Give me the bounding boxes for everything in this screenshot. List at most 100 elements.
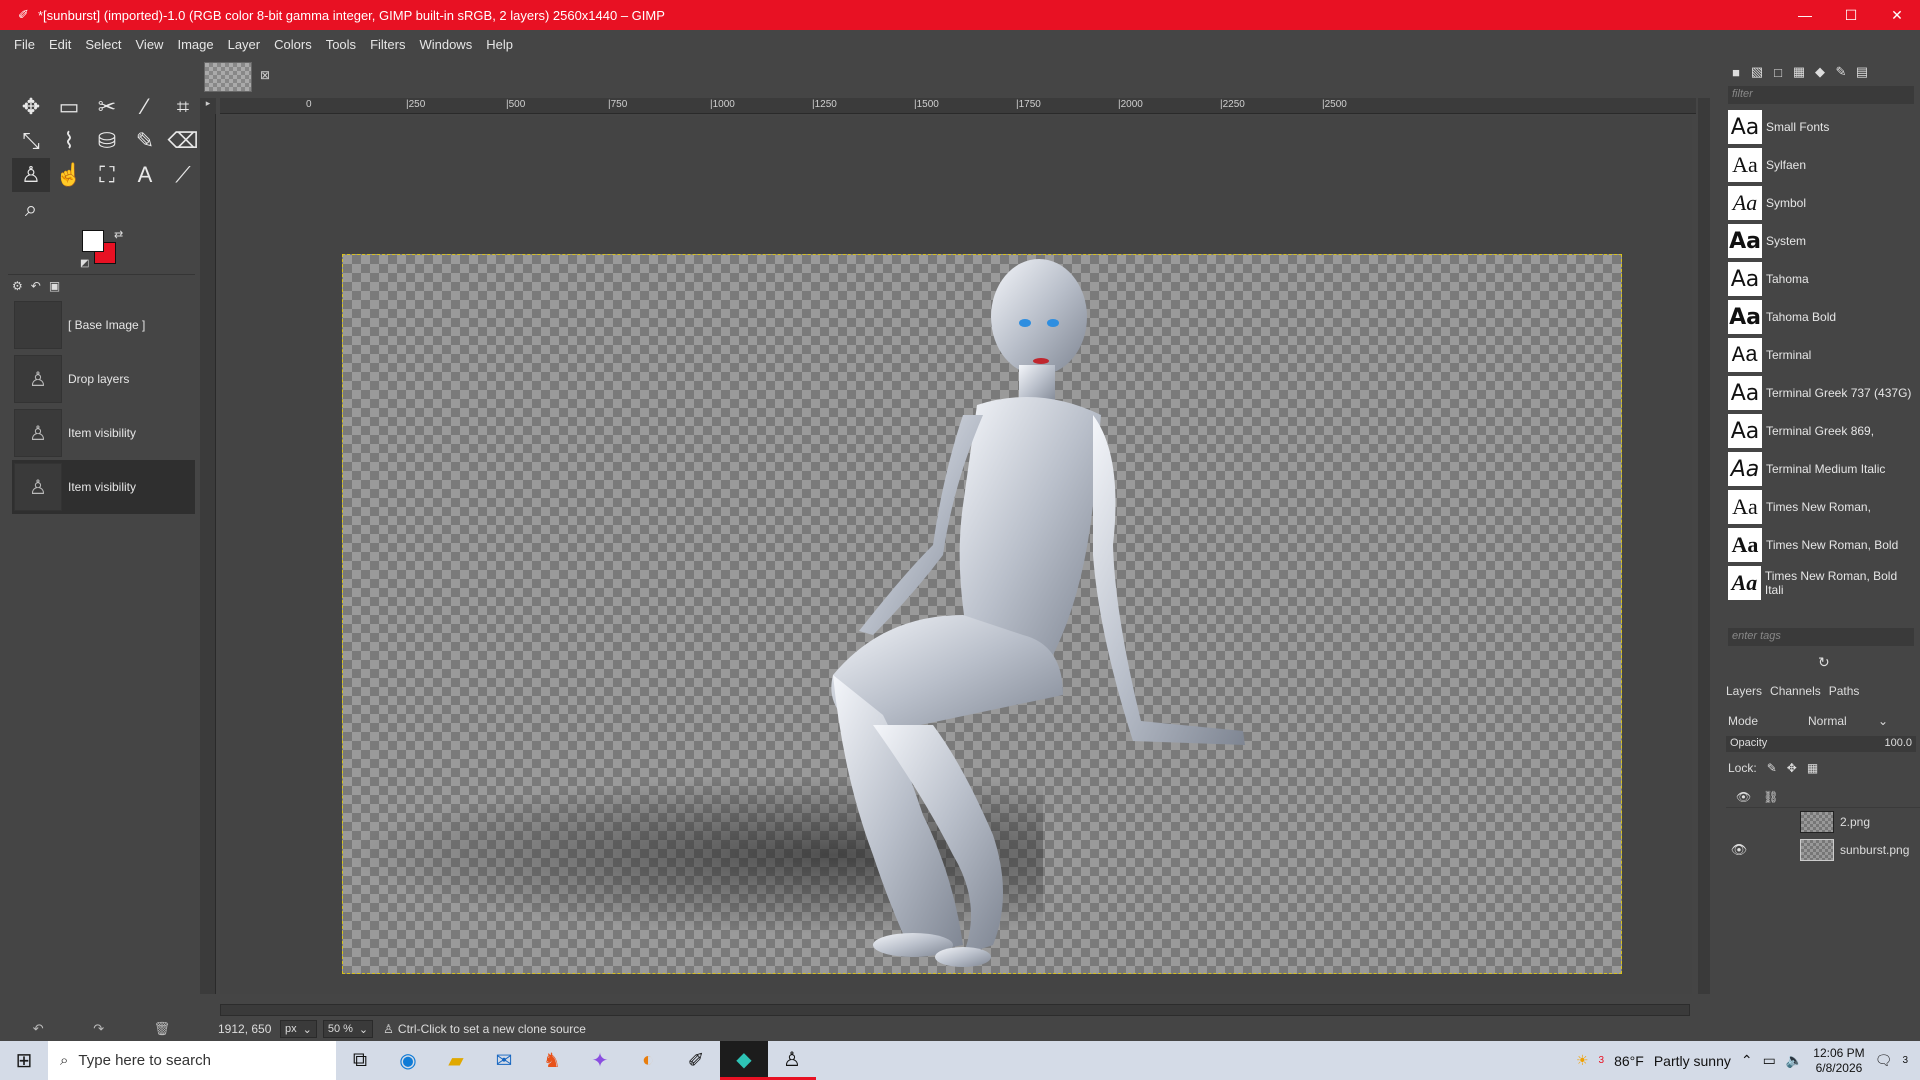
font-item[interactable]: Aa Times New Roman, <box>1728 488 1914 526</box>
vertical-ruler[interactable] <box>200 114 216 994</box>
swap-colors-icon[interactable]: ⇄ <box>114 228 123 241</box>
move-tool-icon[interactable]: ✥ <box>12 90 50 124</box>
menu-image[interactable]: Image <box>177 37 213 52</box>
tool-options-tab-icon[interactable]: ⚙ <box>12 279 23 293</box>
zoom-icon[interactable]: ⌕ <box>12 192 50 226</box>
paintbrush-icon[interactable]: ✎ <box>126 124 164 158</box>
outlook-icon[interactable]: ✉ <box>480 1041 528 1080</box>
font-item[interactable]: Aa Times New Roman, Bold Itali <box>1728 564 1914 602</box>
default-colors-icon[interactable]: ◩ <box>80 258 89 269</box>
font-item[interactable]: Aa System <box>1728 222 1914 260</box>
images-tab-icon[interactable]: ▣ <box>49 279 60 293</box>
horizontal-ruler[interactable]: 0 |250 |500 |750 |1000 |1250 |1500 |1750… <box>220 98 1696 114</box>
minimize-button[interactable]: — <box>1782 0 1828 30</box>
font-list[interactable]: Aa Small Fonts Aa Sylfaen Aa Symbol Aa Syste… <box>1728 108 1914 613</box>
smudge-icon[interactable]: ☝ <box>50 158 88 192</box>
unified-transform-icon[interactable]: ⤡ <box>12 124 50 158</box>
undo-item[interactable]: [ Base Image ] <box>12 298 195 352</box>
close-image-tab-icon[interactable]: ⊠ <box>260 68 270 82</box>
patterns-tab-icon[interactable]: ▧ <box>1749 64 1765 80</box>
gimp-taskbar-icon[interactable]: ✐ <box>672 1041 720 1080</box>
windows-start-icon[interactable]: ⊞ <box>0 1041 48 1080</box>
file-explorer-icon[interactable]: ▰ <box>432 1041 480 1080</box>
mode-select[interactable]: Normal <box>1808 714 1878 728</box>
paint-dynamics-tab-icon[interactable]: ✎ <box>1833 64 1849 80</box>
brave-icon[interactable]: ♞ <box>528 1041 576 1080</box>
tab-channels[interactable]: Channels <box>1770 684 1821 698</box>
eye-icon[interactable]: 👁 <box>1726 842 1752 858</box>
font-item[interactable]: Aa Terminal Medium Italic <box>1728 450 1914 488</box>
paths-icon[interactable]: ⛶ <box>88 158 126 192</box>
menu-file[interactable]: File <box>14 37 35 52</box>
notifications-icon[interactable]: 🗨 <box>1875 1052 1893 1069</box>
weather-icon[interactable]: ☀ <box>1576 1052 1589 1069</box>
eraser-icon[interactable]: ⌫ <box>164 124 202 158</box>
menu-tools[interactable]: Tools <box>326 37 356 52</box>
undo-icon[interactable]: ↶ <box>33 1021 44 1037</box>
clear-history-icon[interactable]: 🗑 <box>154 1021 171 1037</box>
menu-colors[interactable]: Colors <box>274 37 312 52</box>
clone-icon[interactable]: ♙ <box>12 158 50 192</box>
warp-icon[interactable]: ⌇ <box>50 124 88 158</box>
menu-help[interactable]: Help <box>486 37 513 52</box>
canvas[interactable] <box>220 116 1692 994</box>
font-item[interactable]: Aa Sylfaen <box>1728 146 1914 184</box>
font-item[interactable]: Aa Terminal Greek 737 (437G) <box>1728 374 1914 412</box>
volume-icon[interactable]: 🔈 <box>1786 1052 1803 1069</box>
font-item[interactable]: Aa Tahoma <box>1728 260 1914 298</box>
brushes-tab-icon[interactable]: ■ <box>1728 64 1744 80</box>
chevron-up-icon[interactable]: ⌃ <box>1741 1052 1753 1069</box>
font-item[interactable]: Aa Terminal Greek 869, <box>1728 412 1914 450</box>
unit-select[interactable]: px ⌄ <box>280 1020 317 1038</box>
font-tags-input[interactable]: enter tags <box>1728 628 1914 646</box>
palettes-tab-icon[interactable]: ◆ <box>1812 64 1828 80</box>
blender-icon[interactable]: ◐ <box>624 1041 672 1080</box>
task-view-icon[interactable]: ⧉ <box>336 1041 384 1080</box>
copilot-icon[interactable]: ✦ <box>576 1041 624 1080</box>
lock-position-icon[interactable]: ✥ <box>1787 761 1797 775</box>
lock-alpha-icon[interactable]: ▦ <box>1807 761 1818 775</box>
close-button[interactable]: ✕ <box>1874 0 1920 30</box>
zoom-select[interactable]: 50 % ⌄ <box>322 1020 374 1038</box>
redo-icon[interactable]: ↷ <box>93 1021 104 1037</box>
edge-icon[interactable]: ◉ <box>384 1041 432 1080</box>
menu-edit[interactable]: Edit <box>49 37 71 52</box>
image-tab-thumbnail[interactable] <box>204 62 252 92</box>
undo-item[interactable]: ♙ Drop layers <box>12 352 195 406</box>
refresh-fonts-icon[interactable]: ↻ <box>1818 654 1830 671</box>
bucket-fill-icon[interactable]: ⛁ <box>88 124 126 158</box>
tab-paths[interactable]: Paths <box>1829 684 1860 698</box>
layer-row[interactable]: 2.png <box>1726 808 1920 836</box>
maximize-button[interactable]: ☐ <box>1828 0 1874 30</box>
undo-item[interactable]: ♙ Item visibility <box>12 406 195 460</box>
app-taskbar-icon[interactable]: ◆ <box>720 1041 768 1080</box>
font-item[interactable]: Aa Times New Roman, Bold <box>1728 526 1914 564</box>
network-icon[interactable]: ▭ <box>1763 1052 1776 1069</box>
taskbar-search[interactable]: ⌕ Type here to search <box>48 1041 336 1080</box>
font-item[interactable]: Aa Terminal <box>1728 336 1914 374</box>
chevron-down-icon[interactable]: ⌄ <box>1878 714 1888 728</box>
fonts-tab-icon[interactable]: □ <box>1770 64 1786 80</box>
rect-select-icon[interactable]: ▭ <box>50 90 88 124</box>
font-item[interactable]: Aa Symbol <box>1728 184 1914 222</box>
menu-layer[interactable]: Layer <box>228 37 261 52</box>
opacity-slider[interactable]: Opacity 100.0 <box>1726 736 1916 752</box>
clock[interactable]: 12:06 PM 6/8/2026 <box>1813 1046 1864 1076</box>
font-filter-input[interactable]: filter <box>1728 86 1914 104</box>
ruler-corner[interactable]: ▸ <box>200 98 216 114</box>
text-tool-icon[interactable]: A <box>126 158 164 192</box>
gradients-tab-icon[interactable]: ▦ <box>1791 64 1807 80</box>
document-history-tab-icon[interactable]: ▤ <box>1854 64 1870 80</box>
menu-select[interactable]: Select <box>85 37 121 52</box>
menu-view[interactable]: View <box>136 37 164 52</box>
image-layer-area[interactable] <box>342 254 1622 974</box>
foreground-color-swatch[interactable] <box>82 230 104 252</box>
layer-row[interactable]: 👁 sunburst.png <box>1726 836 1920 864</box>
undo-item[interactable]: ♙ Item visibility <box>12 460 195 514</box>
lock-pixels-icon[interactable]: ✎ <box>1767 761 1777 775</box>
menu-windows[interactable]: Windows <box>419 37 472 52</box>
color-picker-icon[interactable]: ⟋ <box>164 158 202 192</box>
fuzzy-select-icon[interactable]: ⁄ <box>126 90 164 124</box>
vertical-scrollbar[interactable] <box>1698 98 1710 994</box>
tab-layers[interactable]: Layers <box>1726 684 1762 698</box>
